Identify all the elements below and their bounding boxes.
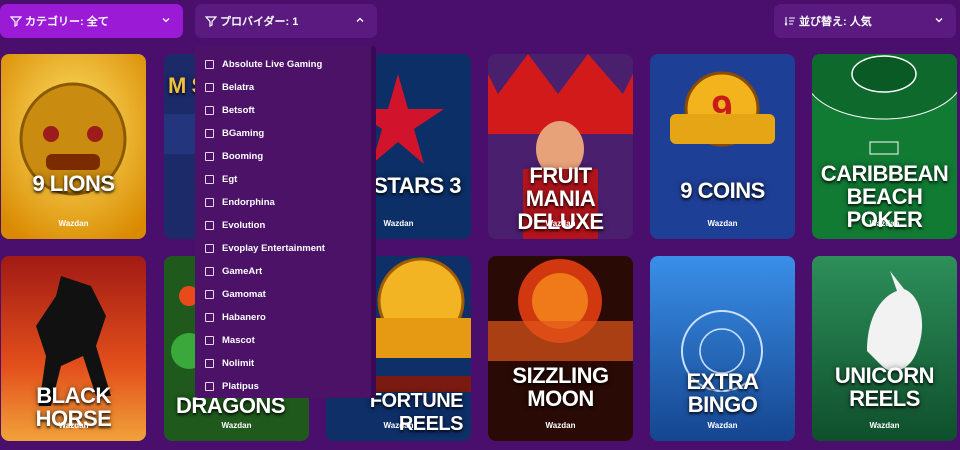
provider-option[interactable]: Egt [205,171,237,187]
game-thumbnail [812,256,957,441]
game-card[interactable]: BLACK HORSE Wazdan [1,256,146,441]
checkbox-icon [205,174,214,184]
game-thumbnail [1,54,146,239]
provider-option[interactable]: Booming [205,148,263,164]
game-provider: Wazdan [545,219,576,228]
game-provider: Wazdan [869,421,900,430]
checkbox-icon [205,105,214,115]
game-card[interactable]: EXTRA BINGO Wazdan [650,256,795,441]
provider-option[interactable]: Platipus [205,378,259,394]
provider-option-label: Mascot [222,334,255,346]
chevron-down-icon [162,18,170,23]
game-provider: Wazdan [221,421,252,430]
game-thumbnail: 9 [650,54,795,239]
game-thumbnail [488,256,633,441]
checkbox-icon [205,59,214,69]
checkbox-icon [205,128,214,138]
provider-option-label: Nolimit [222,357,255,369]
chevron-down-icon [935,18,943,23]
game-provider: Wazdan [383,421,414,430]
provider-option[interactable]: Evoplay Entertainment [205,240,325,256]
provider-option-label: BGaming [222,127,265,139]
checkbox-icon [205,358,214,368]
provider-option-label: Endorphina [222,196,275,208]
provider-option[interactable]: Betsoft [205,102,255,118]
game-title: UNICORN REELS [834,363,935,411]
provider-option-label: Evolution [222,219,266,231]
checkbox-icon [205,82,214,92]
provider-option[interactable]: Endorphina [205,194,275,210]
provider-option[interactable]: GameArt [205,263,262,279]
game-card[interactable]: CARIBBEAN BEACH POKER Wazdan [812,54,957,239]
game-title: 9 LIONS [32,171,115,196]
checkbox-icon [205,335,214,345]
provider-filter-button[interactable]: プロバイダー: 1 [195,4,377,38]
sort-label: 並び替え: 人気 [799,16,872,28]
sort-button[interactable]: 並び替え: 人気 [774,4,956,38]
provider-option[interactable]: Habanero [205,309,266,325]
provider-filter-label: プロバイダー: 1 [220,16,299,28]
checkbox-icon [205,197,214,207]
sort-icon [784,17,795,26]
game-provider: Wazdan [545,421,576,430]
provider-option-label: Belatra [222,81,255,93]
provider-option-label: Egt [222,173,238,185]
game-card[interactable]: UNICORN REELS Wazdan [812,256,957,441]
game-provider: Wazdan [707,219,738,228]
game-title: SIZZLING MOON [512,363,609,411]
checkbox-icon [205,312,214,322]
filter-bar: カテゴリー: 全て プロバイダー: 1 並び替え: 人気 [0,4,960,40]
provider-option[interactable]: Absolute Live Gaming [205,56,322,72]
provider-option-label: GameArt [222,265,263,277]
provider-option-label: Betsoft [222,104,255,116]
category-filter-label: カテゴリー: 全て [25,16,109,28]
game-title: 9 COINS [680,178,765,203]
game-provider: Wazdan [707,421,738,430]
checkbox-icon [205,151,214,161]
checkbox-icon [205,289,214,299]
provider-option[interactable]: Belatra [205,79,254,95]
game-card[interactable]: 9 9 COINS Wazdan [650,54,795,239]
provider-option-label: Gamomat [222,288,266,300]
game-provider: Wazdan [58,421,89,430]
category-filter-button[interactable]: カテゴリー: 全て [0,4,183,38]
checkbox-icon [205,243,214,253]
provider-option[interactable]: BGaming [205,125,264,141]
provider-dropdown: Absolute Live Gaming Belatra Betsoft BGa… [195,46,376,398]
provider-option-label: Habanero [222,311,266,323]
chevron-up-icon [356,17,364,22]
game-card[interactable]: 9 LIONS Wazdan [1,54,146,239]
provider-option[interactable]: Mascot [205,332,255,348]
provider-option-label: Booming [222,150,264,162]
game-card[interactable]: FRUIT MANIA DELUXE Wazdan [488,54,633,239]
provider-option-label: Platipus [222,380,259,392]
provider-option-label: Absolute Live Gaming [222,58,323,70]
filter-icon [205,16,217,27]
game-title: EXTRA BINGO [686,369,759,417]
game-provider: Wazdan [58,219,89,228]
filter-icon [10,16,22,27]
checkbox-icon [205,220,214,230]
provider-option[interactable]: Nolimit [205,355,254,371]
checkbox-icon [205,381,214,391]
provider-option[interactable]: Gamomat [205,286,266,302]
game-provider: Wazdan [869,219,900,228]
checkbox-icon [205,266,214,276]
provider-option-label: Evoplay Entertainment [222,242,325,254]
provider-option[interactable]: Evolution [205,217,265,233]
game-card[interactable]: SIZZLING MOON Wazdan [488,256,633,441]
